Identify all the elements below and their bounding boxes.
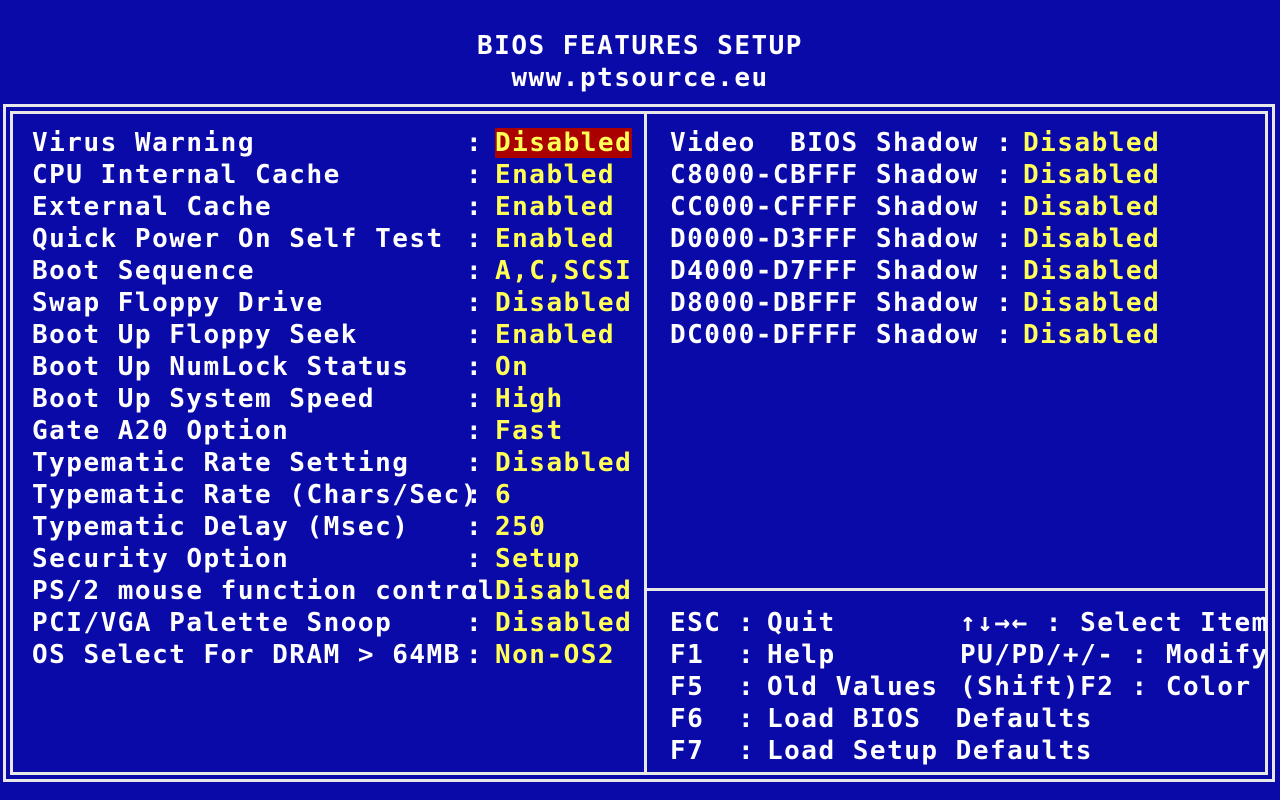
help-colon: : [738, 640, 756, 670]
help-key: ESC [670, 608, 722, 638]
setting-value[interactable]: 6 [495, 480, 512, 510]
help-text: Old Values [767, 672, 939, 702]
help-text: Help [767, 640, 836, 670]
shadow-label: D8000-DBFFF Shadow [670, 288, 979, 318]
page-subtitle: www.ptsource.eu [511, 63, 769, 93]
setting-colon: : [466, 544, 484, 574]
shadow-label: C8000-CBFFF Shadow [670, 160, 979, 190]
help-row: F6: Load BIOS Defaults [0, 704, 1260, 734]
shadow-label: DC000-DFFFF Shadow [670, 320, 979, 350]
shadow-label: D4000-D7FFF Shadow [670, 256, 979, 286]
shadow-colon: : [996, 192, 1014, 222]
shadow-colon: : [996, 224, 1014, 254]
shadow-row[interactable]: Video BIOS Shadow: Disabled [0, 128, 1260, 158]
shadow-colon: : [996, 288, 1014, 318]
shadow-row[interactable]: D8000-DBFFF Shadow: Disabled [0, 288, 1260, 318]
shadow-value[interactable]: Disabled [1023, 224, 1160, 254]
help-text: Load BIOS Defaults [767, 704, 1093, 734]
setting-row[interactable]: Typematic Delay (Msec):250 [0, 512, 640, 542]
setting-value[interactable]: Fast [495, 416, 564, 446]
setting-label: Typematic Delay (Msec) [32, 512, 410, 542]
shadow-colon: : [996, 160, 1014, 190]
shadow-row[interactable]: D0000-D3FFF Shadow: Disabled [0, 224, 1260, 254]
shadow-value[interactable]: Disabled [1023, 256, 1160, 286]
help-colon: : [738, 608, 756, 638]
help-right-text: ↑↓→← : Select Item [960, 608, 1269, 638]
setting-colon: : [466, 576, 484, 606]
setting-row[interactable]: Typematic Rate Setting: Disabled [0, 448, 640, 478]
setting-value[interactable]: Setup [495, 544, 581, 574]
shadow-colon: : [996, 128, 1014, 158]
setting-row[interactable]: Gate A20 Option: Fast [0, 416, 640, 446]
setting-colon: : [466, 352, 484, 382]
setting-colon: : [466, 448, 484, 478]
shadow-value[interactable]: Disabled [1023, 192, 1160, 222]
setting-colon: : [466, 512, 484, 542]
help-row: ESC: Quit ↑↓→← : Select Item [0, 608, 1267, 638]
shadow-label: CC000-CFFFF Shadow [670, 192, 979, 222]
setting-colon: : [466, 384, 484, 414]
help-text: Load Setup Defaults [767, 736, 1093, 766]
setting-row[interactable]: PS/2 mouse function control: Disabled [0, 576, 640, 606]
shadow-row[interactable]: D4000-D7FFF Shadow: Disabled [0, 256, 1260, 286]
shadow-label: D0000-D3FFF Shadow [670, 224, 979, 254]
shadow-value[interactable]: Disabled [1023, 160, 1160, 190]
help-key: F7 [670, 736, 705, 766]
shadow-row[interactable]: CC000-CFFFF Shadow: Disabled [0, 192, 1260, 222]
help-colon: : [738, 736, 756, 766]
help-key: F5 [670, 672, 705, 702]
setting-row[interactable]: Security Option: Setup [0, 544, 640, 574]
setting-value[interactable]: Disabled [495, 448, 632, 478]
setting-label: Typematic Rate Setting [32, 448, 410, 478]
help-text: Quit [767, 608, 836, 638]
setting-colon: : [466, 480, 484, 510]
help-right-text: (Shift)F2 : Color [960, 672, 1252, 702]
setting-value[interactable]: On [495, 352, 529, 382]
shadow-value[interactable]: Disabled [1023, 288, 1160, 318]
help-row: F1: Help PU/PD/+/- : Modify [0, 640, 1267, 670]
setting-label: Gate A20 Option [32, 416, 290, 446]
help-colon: : [738, 672, 756, 702]
setting-row[interactable]: Boot Up NumLock Status: On [0, 352, 640, 382]
shadow-value[interactable]: Disabled [1023, 320, 1160, 350]
shadow-colon: : [996, 320, 1014, 350]
page-title: BIOS FEATURES SETUP [477, 31, 803, 61]
setting-label: Boot Up System Speed [32, 384, 376, 414]
help-key: F6 [670, 704, 705, 734]
setting-row[interactable]: Typematic Rate (Chars/Sec):6 [0, 480, 640, 510]
setting-label: Security Option [32, 544, 290, 574]
setting-value[interactable]: 250 [495, 512, 546, 542]
help-colon: : [738, 704, 756, 734]
setting-value[interactable]: High [495, 384, 564, 414]
help-right-text: PU/PD/+/- : Modify [960, 640, 1269, 670]
help-row: F5: Old Values (Shift)F2 : Color [0, 672, 1260, 702]
setting-label: PS/2 mouse function control [32, 576, 496, 606]
setting-label: Typematic Rate (Chars/Sec) [32, 480, 478, 510]
setting-label: Boot Up NumLock Status [32, 352, 410, 382]
setting-row[interactable]: Boot Up System Speed: High [0, 384, 640, 414]
help-row: F7: Load Setup Defaults [0, 736, 1260, 766]
help-key: F1 [670, 640, 705, 670]
shadow-value[interactable]: Disabled [1023, 128, 1160, 158]
shadow-row[interactable]: DC000-DFFFF Shadow: Disabled [0, 320, 1260, 350]
shadow-row[interactable]: C8000-CBFFF Shadow: Disabled [0, 160, 1260, 190]
setting-value[interactable]: Disabled [495, 576, 632, 606]
shadow-colon: : [996, 256, 1014, 286]
horizontal-divider [647, 588, 1268, 591]
setting-colon: : [466, 416, 484, 446]
shadow-label: Video BIOS Shadow [670, 128, 979, 158]
